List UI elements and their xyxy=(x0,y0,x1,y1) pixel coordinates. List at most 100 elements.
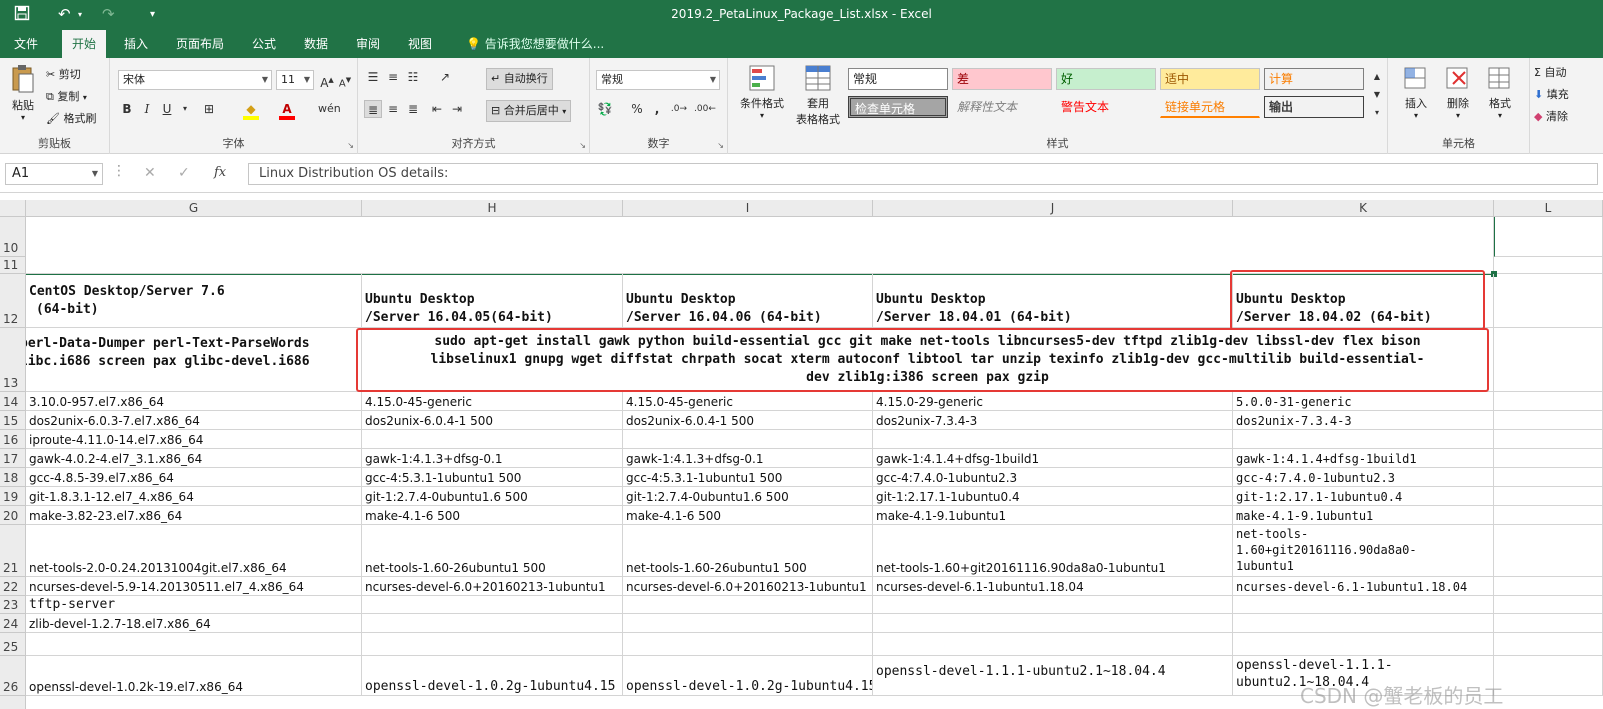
row-header-14[interactable]: 14 xyxy=(0,392,26,411)
cell-i15[interactable]: dos2unix-6.0.4-1 500 xyxy=(623,411,873,430)
merged-blank-cell[interactable] xyxy=(26,217,1494,274)
row-header-15[interactable]: 15 xyxy=(0,411,26,430)
cell[interactable] xyxy=(1494,614,1603,633)
tab-insert[interactable]: 插入 xyxy=(114,30,158,58)
cell-i19[interactable]: git-1:2.7.4-0ubuntu1.6 500 xyxy=(623,487,873,506)
dialog-launcher-icon[interactable]: ↘ xyxy=(717,141,724,150)
cell[interactable] xyxy=(1494,468,1603,487)
align-middle-icon[interactable]: ≡ xyxy=(384,68,402,86)
tab-data[interactable]: 数据 xyxy=(294,30,338,58)
cell[interactable] xyxy=(362,614,623,633)
cell[interactable] xyxy=(623,596,873,614)
cell[interactable] xyxy=(1494,274,1603,328)
cell-g19[interactable]: git-1.8.3.1-12.el7_4.x86_64 xyxy=(26,487,362,506)
cell-g22[interactable]: ncurses-devel-5.9-14.20130511.el7_4.x86_… xyxy=(26,577,362,596)
tab-review[interactable]: 审阅 xyxy=(346,30,390,58)
cell-j12[interactable]: Ubuntu Desktop /Server 18.04.01 (64-bit) xyxy=(873,274,1233,328)
cell-g26[interactable]: openssl-devel-1.0.2k-19.el7.x86_64 xyxy=(26,656,362,696)
row-header-23[interactable]: 23 xyxy=(0,596,26,614)
tab-page-layout[interactable]: 页面布局 xyxy=(166,30,234,58)
grow-font-icon[interactable]: A▲ xyxy=(318,71,336,90)
cell-j18[interactable]: gcc-4:7.4.0-1ubuntu2.3 xyxy=(873,468,1233,487)
row-header-21[interactable]: 21 xyxy=(0,525,26,577)
cell[interactable] xyxy=(1494,506,1603,525)
autosum-button[interactable]: Σ 自动 xyxy=(1534,64,1566,80)
col-header-j[interactable]: J xyxy=(873,200,1233,217)
cell-i17[interactable]: gawk-1:4.1.3+dfsg-0.1 xyxy=(623,449,873,468)
cell-h21[interactable]: net-tools-1.60-26ubuntu1 500 xyxy=(362,525,623,577)
cell[interactable] xyxy=(1494,449,1603,468)
col-header-l[interactable]: L xyxy=(1494,200,1603,217)
cell-j22[interactable]: ncurses-devel-6.1-1ubuntu1.18.04 xyxy=(873,577,1233,596)
cell-k14[interactable]: 5.0.0-31-generic xyxy=(1233,392,1494,411)
format-painter-button[interactable]: 🖌 格式刷 xyxy=(46,110,96,126)
cell-g16[interactable]: iproute-4.11.0-14.el7.x86_64 xyxy=(26,430,362,449)
increase-decimal-icon[interactable]: .0→ xyxy=(670,100,688,118)
paste-button[interactable]: 粘贴 ▾ xyxy=(8,64,38,122)
format-as-table-button[interactable]: 套用 表格格式 xyxy=(790,64,846,127)
cell-j16[interactable] xyxy=(873,430,1233,449)
tell-me-search[interactable]: 💡 告诉我您想要做什么... xyxy=(466,30,604,58)
col-header-i[interactable]: I xyxy=(623,200,873,217)
font-size-combo[interactable]: 11 ▼ xyxy=(276,70,314,90)
cell-h13-merged[interactable]: sudo apt-get install gawk python build-e… xyxy=(362,328,1494,392)
row-header-26[interactable]: 26 xyxy=(0,656,26,696)
align-center-icon[interactable]: ≡ xyxy=(384,100,402,118)
row-header-25[interactable]: 25 xyxy=(0,633,26,656)
cell[interactable] xyxy=(873,596,1233,614)
style-check-cell[interactable]: 检查单元格 xyxy=(848,96,948,118)
cell[interactable] xyxy=(623,614,873,633)
decrease-indent-icon[interactable]: ⇤ xyxy=(428,100,446,118)
row-header-19[interactable]: 19 xyxy=(0,487,26,506)
orientation-icon[interactable]: ↗ xyxy=(436,68,454,86)
cell-j21[interactable]: net-tools-1.60+git20161116.90da8a0-1ubun… xyxy=(873,525,1233,577)
cell-k18[interactable]: gcc-4:7.4.0-1ubuntu2.3 xyxy=(1233,468,1494,487)
cell[interactable] xyxy=(1233,614,1494,633)
cell-g14[interactable]: 3.10.0-957.el7.x86_64 xyxy=(26,392,362,411)
cell[interactable] xyxy=(1494,656,1603,696)
row-header-13[interactable]: 13 xyxy=(0,328,26,392)
cell-k22[interactable]: ncurses-devel-6.1-1ubuntu1.18.04 xyxy=(1233,577,1494,596)
cell[interactable] xyxy=(1494,577,1603,596)
row-header-17[interactable]: 17 xyxy=(0,449,26,468)
cell-j14[interactable]: 4.15.0-29-generic xyxy=(873,392,1233,411)
copy-button[interactable]: ⧉ 复制 ▾ xyxy=(46,88,87,104)
col-header-g[interactable]: G xyxy=(26,200,362,217)
cell-h19[interactable]: git-1:2.7.4-0ubuntu1.6 500 xyxy=(362,487,623,506)
bold-button[interactable]: B xyxy=(118,100,136,118)
cell-i21[interactable]: net-tools-1.60-26ubuntu1 500 xyxy=(623,525,873,577)
cell-g15[interactable]: dos2unix-6.0.3-7.el7.x86_64 xyxy=(26,411,362,430)
cell-h16[interactable] xyxy=(362,430,623,449)
styles-scroll-down-icon[interactable]: ▼ xyxy=(1368,86,1386,104)
cell-k19[interactable]: git-1:2.17.1-1ubuntu0.4 xyxy=(1233,487,1494,506)
comma-icon[interactable]: , xyxy=(648,100,666,118)
cell-g18[interactable]: gcc-4.8.5-39.el7.x86_64 xyxy=(26,468,362,487)
name-box[interactable]: A1 ▼ xyxy=(5,163,103,185)
tab-view[interactable]: 视图 xyxy=(398,30,442,58)
formula-input[interactable]: Linux Distribution OS details: xyxy=(248,163,1598,185)
style-neutral[interactable]: 适中 xyxy=(1160,68,1260,90)
style-explanatory[interactable]: 解释性文本 xyxy=(952,96,1052,118)
cell-h15[interactable]: dos2unix-6.0.4-1 500 xyxy=(362,411,623,430)
cell[interactable] xyxy=(1233,633,1494,656)
style-bad[interactable]: 差 xyxy=(952,68,1052,90)
col-header-k[interactable]: K xyxy=(1233,200,1494,217)
cell[interactable] xyxy=(1494,596,1603,614)
cell[interactable] xyxy=(1494,328,1603,392)
styles-scroll-up-icon[interactable]: ▲ xyxy=(1368,68,1386,86)
cell-i16[interactable] xyxy=(623,430,873,449)
italic-button[interactable]: I xyxy=(138,100,156,118)
cell[interactable] xyxy=(26,633,362,656)
row-header-24[interactable]: 24 xyxy=(0,614,26,633)
cell-i14[interactable]: 4.15.0-45-generic xyxy=(623,392,873,411)
cell[interactable] xyxy=(1494,392,1603,411)
style-normal[interactable]: 常规 xyxy=(848,68,948,90)
increase-indent-icon[interactable]: ⇥ xyxy=(448,100,466,118)
font-name-combo[interactable]: 宋体 ▼ xyxy=(118,70,272,90)
cell-g12[interactable]: CentOS Desktop/Server 7.6 (64-bit) xyxy=(26,274,362,328)
cell-h17[interactable]: gawk-1:4.1.3+dfsg-0.1 xyxy=(362,449,623,468)
cell[interactable] xyxy=(873,633,1233,656)
row-header-10[interactable]: 10 xyxy=(0,217,26,257)
insert-cells-button[interactable]: 插入 ▾ xyxy=(1396,64,1436,120)
cell-i22[interactable]: ncurses-devel-6.0+20160213-1ubuntu1 xyxy=(623,577,873,596)
